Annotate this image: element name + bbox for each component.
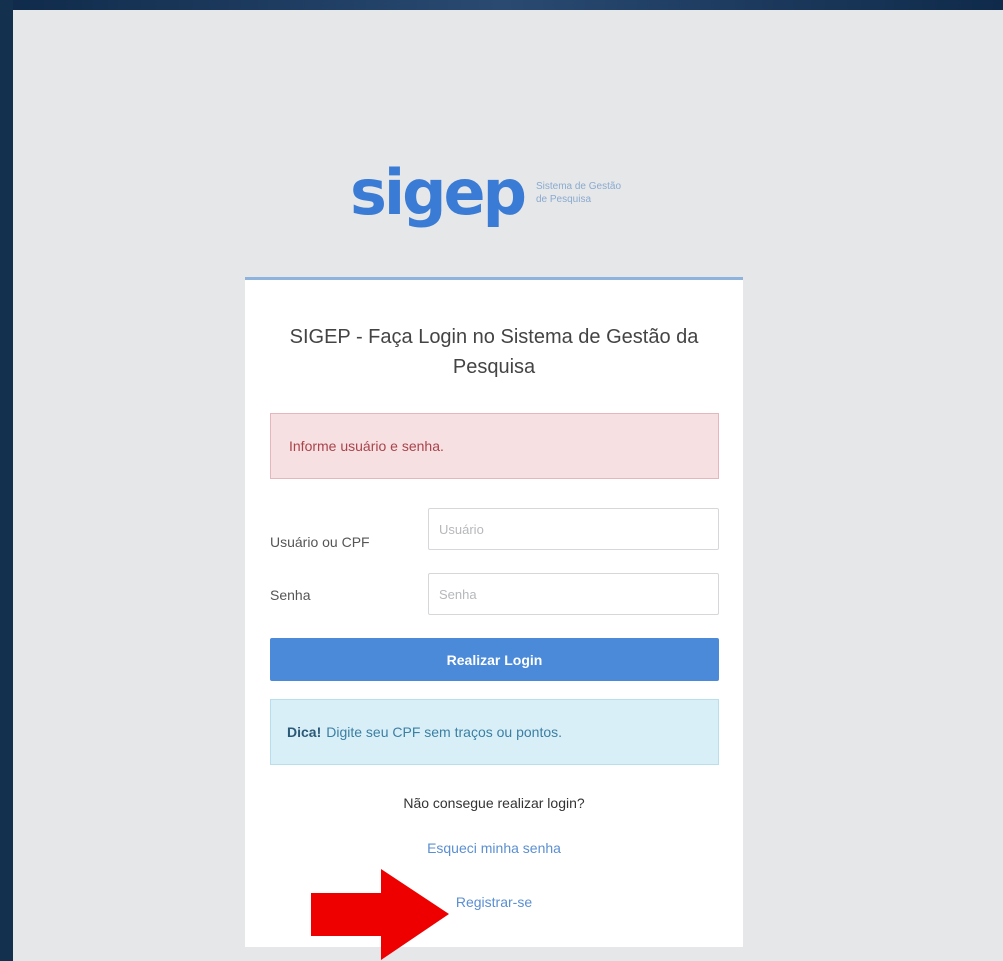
login-card: SIGEP - Faça Login no Sistema de Gestão … (245, 277, 743, 947)
sigep-logo: sigep Sistema de Gestão de Pesquisa (350, 148, 650, 238)
logo-wordmark: sigep (350, 156, 527, 229)
password-input[interactable] (428, 573, 719, 615)
window-frame-top (0, 0, 1003, 10)
annotation-arrow-icon (311, 869, 449, 960)
window-frame-left (0, 0, 13, 961)
password-label: Senha (270, 587, 311, 603)
tip-alert: Dica! Digite seu CPF sem traços ou ponto… (270, 699, 719, 765)
login-button[interactable]: Realizar Login (270, 638, 719, 681)
logo-subtitle-line1: Sistema de Gestão (535, 181, 622, 192)
logo-subtitle: Sistema de Gestão de Pesquisa (536, 180, 621, 206)
forgot-password-link[interactable]: Esqueci minha senha (245, 840, 743, 856)
tip-bold: Dica! (287, 724, 322, 740)
login-title: SIGEP - Faça Login no Sistema de Gestão … (289, 326, 699, 378)
username-label: Usuário ou CPF (270, 534, 370, 550)
tip-text: Digite seu CPF sem traços ou pontos. (326, 724, 563, 740)
help-text: Não consegue realizar login? (403, 795, 585, 811)
error-message: Informe usuário e senha. (289, 438, 444, 454)
logo-subtitle-line2: de Pesquisa (535, 194, 592, 205)
username-input[interactable] (428, 508, 719, 550)
error-alert: Informe usuário e senha. (270, 413, 719, 479)
